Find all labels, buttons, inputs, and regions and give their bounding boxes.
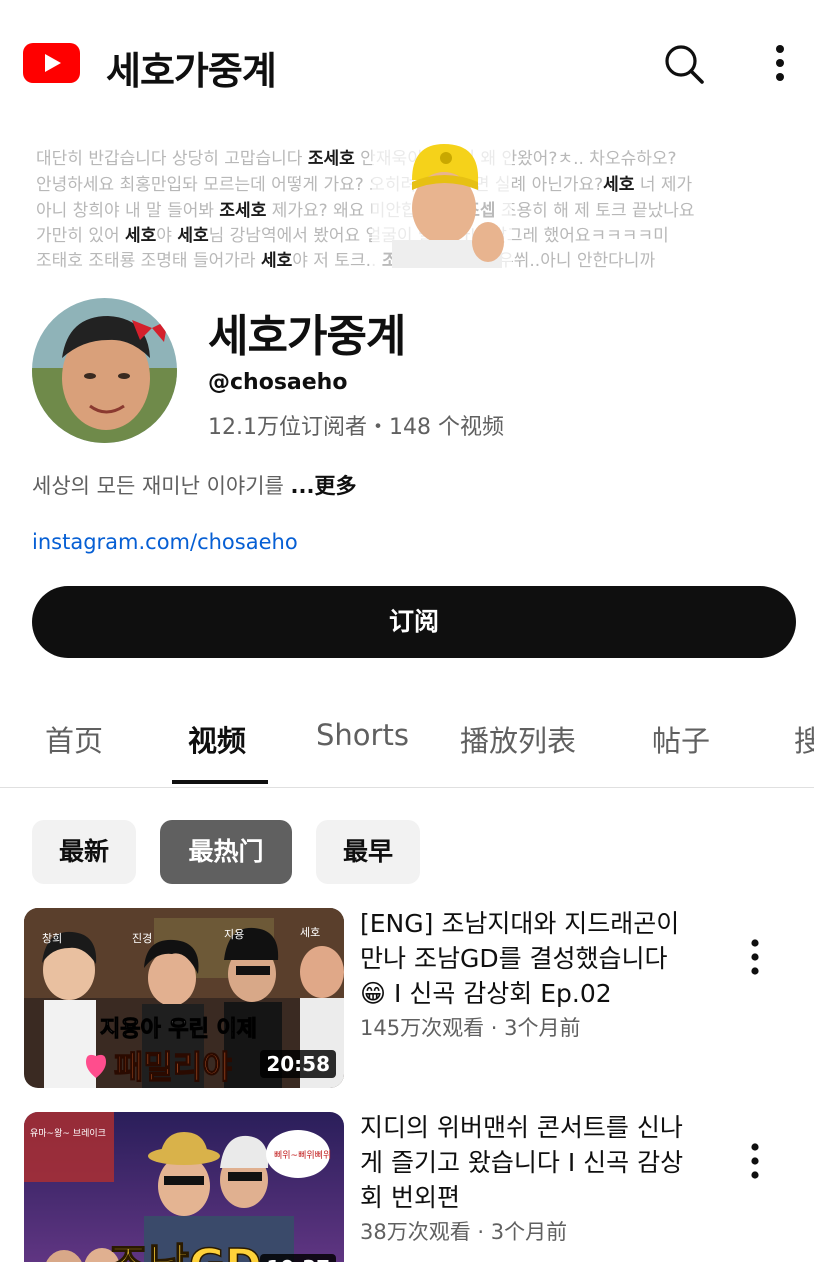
tab-home[interactable]: 首页 — [45, 718, 103, 760]
thumb-caption-top: 지용아 우린 이제 — [100, 1017, 257, 1042]
video-more-icon[interactable] — [740, 1139, 770, 1183]
subscribe-button[interactable]: 订阅 — [32, 586, 796, 658]
channel-description[interactable]: 세상의 모든 재미난 이야기를 ...更多 — [32, 470, 356, 500]
banner-text-segment: 가만히 있어 — [36, 226, 126, 246]
description-text: 세상의 모든 재미난 이야기를 — [32, 474, 291, 498]
thumb-tag-1: 창희 — [42, 932, 62, 945]
banner-text-segment: 세호 — [177, 226, 209, 246]
channel-handle: @chosaeho — [208, 370, 348, 395]
video-title[interactable]: 지디의 위버맨쉬 콘서트를 신나게 즐기고 왔습니다 I 신곡 감상회 번외편 — [360, 1110, 700, 1215]
banner-text-segment: 조용히 해 제 토크 끝났나요 — [495, 201, 695, 221]
banner-text-segment: 세호 — [603, 175, 635, 195]
banner-text-line: 안녕하세요 최홍만입돠 모르는데 어떻게 가요? 오히려 제가 가면 실례 아닌… — [36, 170, 692, 195]
banner-text-segment: 세호 — [260, 251, 293, 268]
banner-text-segment: 너 제가 — [634, 175, 693, 195]
channel-banner: 대단히 반갑습니다 상당히 고맙습니다 조세호 안재욱이 결혼식 왜 안왔어?ㅊ… — [32, 140, 796, 268]
more-link[interactable]: ...更多 — [291, 474, 357, 498]
youtube-logo-icon[interactable] — [23, 43, 80, 83]
thumb-tag-3: 지용 — [224, 928, 244, 941]
channel-link[interactable]: instagram.com/chosaeho — [32, 530, 298, 554]
header-title: 세호가중계 — [106, 49, 277, 93]
active-tab-indicator — [172, 780, 268, 784]
thumb-tag-2: 진경 — [132, 932, 152, 945]
chip-oldest[interactable]: 最早 — [316, 820, 420, 884]
thumb-caption-bottom: 패밀리야 — [114, 1048, 232, 1086]
banner-text-line: 가만히 있어 세호야 세호님 강남역에서 봤어요 얼굴이 발기 아니 발그레 했… — [36, 221, 669, 246]
video-duration: 20:58 — [260, 1050, 336, 1078]
banner-text-segment: 조세호 — [307, 149, 355, 169]
banner-text-segment: 야 — [156, 226, 178, 246]
search-icon[interactable] — [662, 42, 706, 86]
banner-text-segment: 조태호 조태룡 조명태 들어가라 — [36, 251, 261, 268]
chip-popular[interactable]: 最热门 — [160, 820, 292, 884]
thumb-caption-big: 조남GD — [108, 1240, 262, 1262]
thumb-tag-1: 유마~왕~ 브레이크 — [30, 1128, 106, 1139]
more-vertical-icon[interactable] — [762, 42, 798, 86]
tab-playlists[interactable]: 播放列表 — [460, 718, 576, 760]
banner-text-line: 조태호 조태룡 조명태 들어가라 세호야 저 토크.. 조세호 대갈X 어우쒸.… — [36, 246, 655, 268]
chip-latest[interactable]: 最新 — [32, 820, 136, 884]
video-title[interactable]: [ENG] 조남지대와 지드래곤이 만나 조남GD를 결성했습니다 😁 I 신곡… — [360, 906, 700, 1011]
thumb-tag-4: 세호 — [300, 926, 320, 939]
top-app-bar: 세호가중계 — [0, 0, 814, 130]
thumb-bubble: 삐위~삐위삐위 — [274, 1150, 331, 1161]
video-meta: 145万次观看 · 3个月前 — [360, 1016, 581, 1040]
banner-text-segment: 세호 — [125, 226, 157, 246]
tab-posts[interactable]: 帖子 — [652, 718, 710, 760]
channel-stats: 12.1万位订阅者・148 个视频 — [208, 415, 504, 440]
banner-photo — [372, 140, 512, 268]
tab-videos[interactable]: 视频 — [188, 718, 246, 760]
banner-text-segment: 아니 창희야 내 말 들어봐 — [36, 201, 220, 221]
channel-avatar[interactable] — [32, 298, 177, 443]
banner-text-segment: 안녕하세요 최홍만입돠 모르는데 어떻게 가요? 오히려 제가 가면 실례 아닌… — [36, 175, 604, 195]
video-thumbnail[interactable]: 창희 진경 지용 세호 지용아 우린 이제 패밀리야 20:58 — [24, 908, 344, 1088]
banner-text-line: 대단히 반갑습니다 상당히 고맙습니다 조세호 안재욱이 결혼식 왜 안왔어?ㅊ… — [36, 144, 677, 169]
channel-tabs: 首页 视频 Shorts 播放列表 帖子 搜 — [0, 700, 814, 788]
channel-name: 세호가중계 — [208, 311, 406, 362]
tab-shorts[interactable]: Shorts — [316, 718, 409, 752]
banner-text-segment: 야 저 토크.. — [292, 251, 382, 268]
banner-text-line: 아니 창희야 내 말 들어봐 조세호 제가요? 왜요 미안합니다 ..조셉 조용… — [36, 196, 695, 221]
banner-text-segment: 조세호 — [219, 201, 267, 221]
tab-search[interactable]: 搜 — [794, 718, 814, 760]
video-duration: 10:37 — [260, 1254, 336, 1262]
video-meta: 38万次观看 · 3个月前 — [360, 1220, 568, 1244]
video-more-icon[interactable] — [740, 935, 770, 979]
banner-text-segment: 대단히 반갑습니다 상당히 고맙습니다 — [36, 149, 308, 169]
video-thumbnail[interactable]: 삐위~삐위삐위 유마~왕~ 브레이크 조남GD 10:37 — [24, 1112, 344, 1262]
